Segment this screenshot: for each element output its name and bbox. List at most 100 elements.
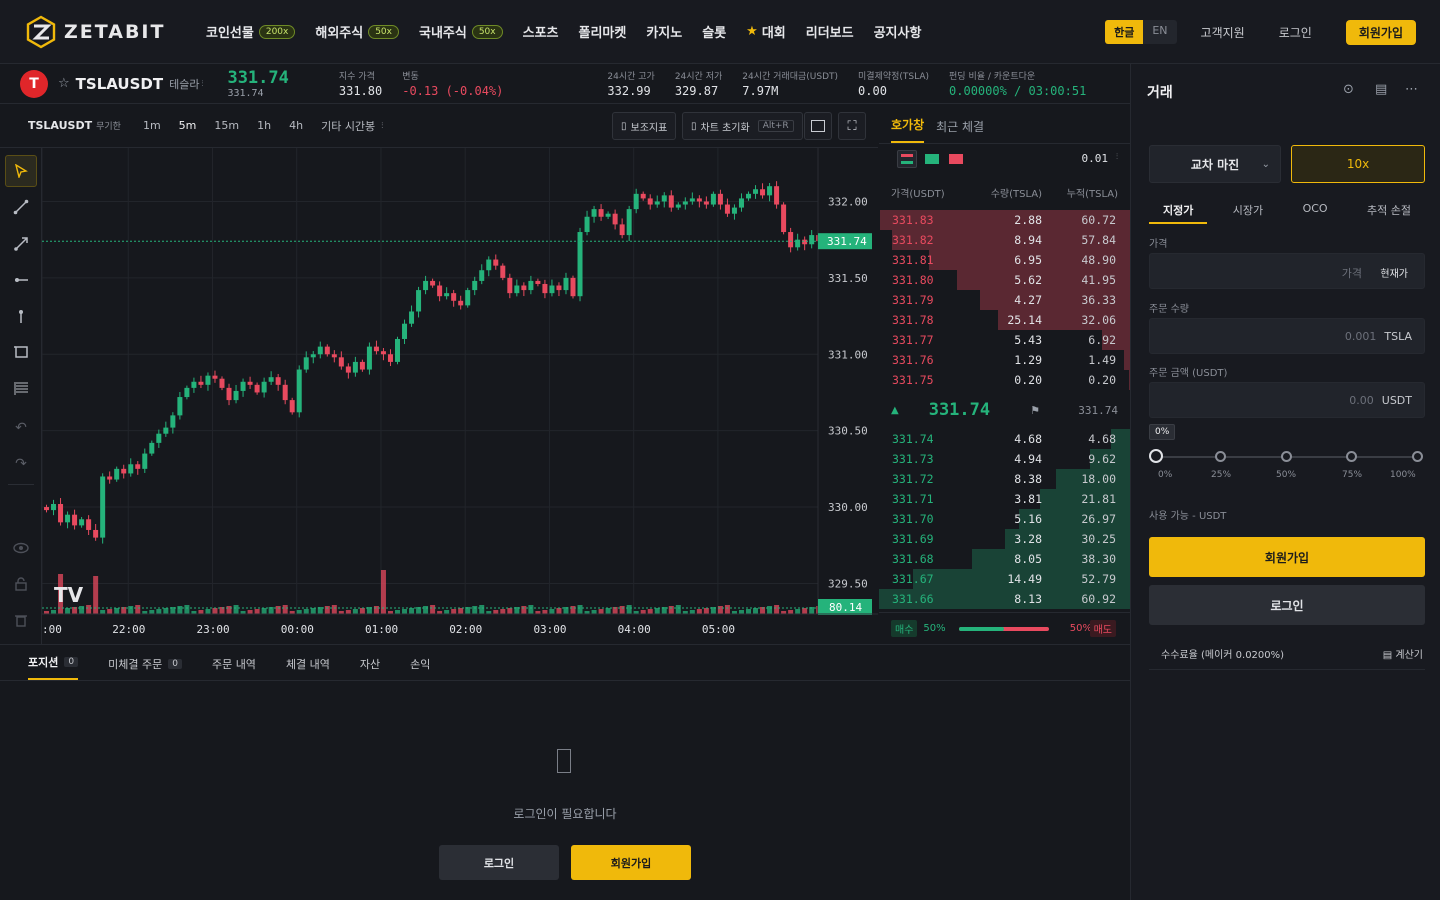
candlestick-chart[interactable]: 332.00 331.50 331.00 330.50 330.00 329.50 331.…	[42, 148, 878, 644]
bids-view-icon[interactable]	[925, 154, 939, 164]
favorite-star-icon[interactable]: ☆	[58, 76, 70, 91]
rectangle-tool-icon[interactable]	[5, 336, 37, 368]
price-input[interactable]: 가격 현재가	[1149, 253, 1425, 289]
tab-positions[interactable]: 포지션 0	[28, 654, 79, 680]
timeframe-1m[interactable]: 1m	[143, 119, 161, 132]
lang-en-button[interactable]: EN	[1143, 20, 1176, 44]
horizontal-line-tool-icon[interactable]	[5, 264, 37, 296]
tab-market[interactable]: 시장가	[1219, 198, 1277, 224]
trash-icon[interactable]	[5, 604, 37, 636]
eye-icon[interactable]	[5, 532, 37, 564]
candle-body	[93, 529, 99, 538]
timeframe-4h[interactable]: 4h	[289, 119, 303, 132]
bid-row[interactable]: 331.74 4.68 4.68	[879, 429, 1130, 449]
redo-icon[interactable]: ↷	[5, 448, 37, 480]
more-timeframes-icon[interactable]: ⫶	[381, 121, 383, 131]
cursor-tool-icon[interactable]	[5, 155, 37, 187]
ask-row[interactable]: 331.79 4.27 36.33	[879, 290, 1130, 310]
symbol-name[interactable]: TSLAUSDT	[76, 75, 163, 93]
bottom-login-button[interactable]: 로그인	[439, 845, 559, 880]
ray-tool-icon[interactable]	[5, 228, 37, 260]
bid-row[interactable]: 331.72 8.38 18.00	[879, 469, 1130, 489]
tab-orderbook[interactable]: 호가창	[891, 116, 925, 143]
settings-icon[interactable]: ⊙	[1343, 82, 1354, 97]
tab-open-orders[interactable]: 미체결 주문 0	[108, 656, 182, 680]
login-link[interactable]: 로그인	[1279, 24, 1312, 41]
tab-assets[interactable]: 자산	[360, 656, 380, 680]
ask-row[interactable]: 331.83 2.88 60.72	[879, 210, 1130, 230]
bid-row[interactable]: 331.68 8.05 38.30	[879, 549, 1130, 569]
slider-handle[interactable]	[1149, 449, 1163, 463]
ask-row[interactable]: 331.82 8.94 57.84	[879, 230, 1130, 250]
bid-row[interactable]: 331.69 3.28 30.25	[879, 529, 1130, 549]
tab-oco[interactable]: OCO	[1289, 198, 1342, 224]
more-icon[interactable]: ⋯	[1405, 82, 1418, 97]
tab-trade-history[interactable]: 체결 내역	[286, 656, 330, 680]
slider-step-75[interactable]	[1346, 451, 1357, 462]
timeframe-15m[interactable]: 15m	[214, 119, 239, 132]
trade-login-button[interactable]: 로그인	[1149, 585, 1425, 625]
nav-sports[interactable]: 스포츠	[523, 22, 559, 41]
ask-row[interactable]: 331.80 5.62 41.95	[879, 270, 1130, 290]
slider-step-50[interactable]	[1281, 451, 1292, 462]
both-sides-view-icon[interactable]	[897, 150, 917, 168]
bid-row[interactable]: 331.71 3.81 21.81	[879, 489, 1130, 509]
nav-tournament[interactable]: ★ 대회	[746, 22, 786, 41]
fee-calculator-link[interactable]: ▤ 계산기	[1383, 646, 1423, 661]
tab-limit[interactable]: 지정가	[1149, 198, 1208, 224]
asks-view-icon[interactable]	[949, 154, 963, 164]
margin-mode-select[interactable]: 교차 마진 ⌄	[1149, 145, 1281, 183]
nav-overseas-stocks[interactable]: 해외주식 50x	[315, 22, 399, 41]
lock-icon[interactable]	[5, 568, 37, 600]
brand-logo[interactable]: ZETABIT	[24, 15, 184, 49]
vertical-line-tool-icon[interactable]	[5, 300, 37, 332]
nav-notice[interactable]: 공지사항	[874, 22, 922, 41]
slider-step-100[interactable]	[1412, 451, 1423, 462]
nav-polymarket[interactable]: 폴리마켓	[579, 22, 627, 41]
quantity-input[interactable]: 0.001 TSLA	[1149, 318, 1425, 354]
support-link[interactable]: 고객지원	[1201, 24, 1245, 41]
more-timeframes[interactable]: 기타 시간봉	[321, 118, 375, 134]
nav-coin-futures[interactable]: 코인선물 200x	[206, 22, 296, 41]
tab-recent-trades[interactable]: 최근 체결	[936, 118, 984, 143]
amount-input[interactable]: 0.00 USDT	[1149, 382, 1425, 418]
indicators-button[interactable]: ▯ 보조지표	[612, 112, 677, 140]
leverage-button[interactable]: 10x	[1291, 145, 1425, 183]
symbol-dropdown-icon[interactable]: ⫶	[201, 79, 203, 89]
ask-row[interactable]: 331.81 6.95 48.90	[879, 250, 1130, 270]
signup-button[interactable]: 회원가입	[1345, 19, 1416, 45]
calculator-icon[interactable]: ▤	[1375, 82, 1387, 97]
fib-tool-icon[interactable]	[5, 372, 37, 404]
bid-row[interactable]: 331.70 5.16 26.97	[879, 509, 1130, 529]
bottom-signup-button[interactable]: 회원가입	[571, 845, 691, 880]
ask-row[interactable]: 331.77 5.43 6.92	[879, 330, 1130, 350]
timeframe-5m[interactable]: 5m	[179, 119, 197, 132]
ask-row[interactable]: 331.76 1.29 1.49	[879, 350, 1130, 370]
step-dropdown-icon[interactable]: ⫶	[1116, 152, 1118, 162]
amount-slider[interactable]	[1149, 449, 1423, 463]
layout-button[interactable]	[804, 112, 832, 140]
nav-leaderboard[interactable]: 리더보드	[806, 22, 854, 41]
bid-row[interactable]: 331.66 8.13 60.92	[879, 589, 1130, 609]
bid-row[interactable]: 331.73 4.94 9.62	[879, 449, 1130, 469]
chart-reset-button[interactable]: ▯ 차트 초기화 Alt+R	[682, 112, 803, 140]
nav-domestic-stocks[interactable]: 국내주식 50x	[419, 22, 503, 41]
tab-pnl[interactable]: 손익	[410, 656, 430, 680]
lang-ko-button[interactable]: 한글	[1105, 20, 1144, 44]
trend-line-tool-icon[interactable]	[5, 191, 37, 223]
ask-row[interactable]: 331.78 25.14 32.06	[879, 310, 1130, 330]
trade-signup-button[interactable]: 회원가입	[1149, 537, 1425, 577]
undo-icon[interactable]: ↶	[5, 412, 37, 444]
current-price-button[interactable]: 현재가	[1380, 265, 1408, 280]
bid-row[interactable]: 331.67 14.49 52.79	[879, 569, 1130, 589]
tab-trailing-stop[interactable]: 추적 손절	[1353, 198, 1425, 224]
slider-step-25[interactable]	[1215, 451, 1226, 462]
timeframe-1h[interactable]: 1h	[257, 119, 271, 132]
price-chart[interactable]: 332.00 331.50 331.00 330.50 330.00 329.50 331.…	[42, 148, 878, 644]
ask-row[interactable]: 331.75 0.20 0.20	[879, 370, 1130, 390]
tab-order-history[interactable]: 주문 내역	[212, 656, 256, 680]
nav-slot[interactable]: 슬롯	[702, 22, 726, 41]
price-step-selector[interactable]: 0.01	[1082, 152, 1109, 165]
nav-casino[interactable]: 카지노	[646, 22, 682, 41]
fullscreen-button[interactable]: ⛶	[838, 112, 866, 140]
